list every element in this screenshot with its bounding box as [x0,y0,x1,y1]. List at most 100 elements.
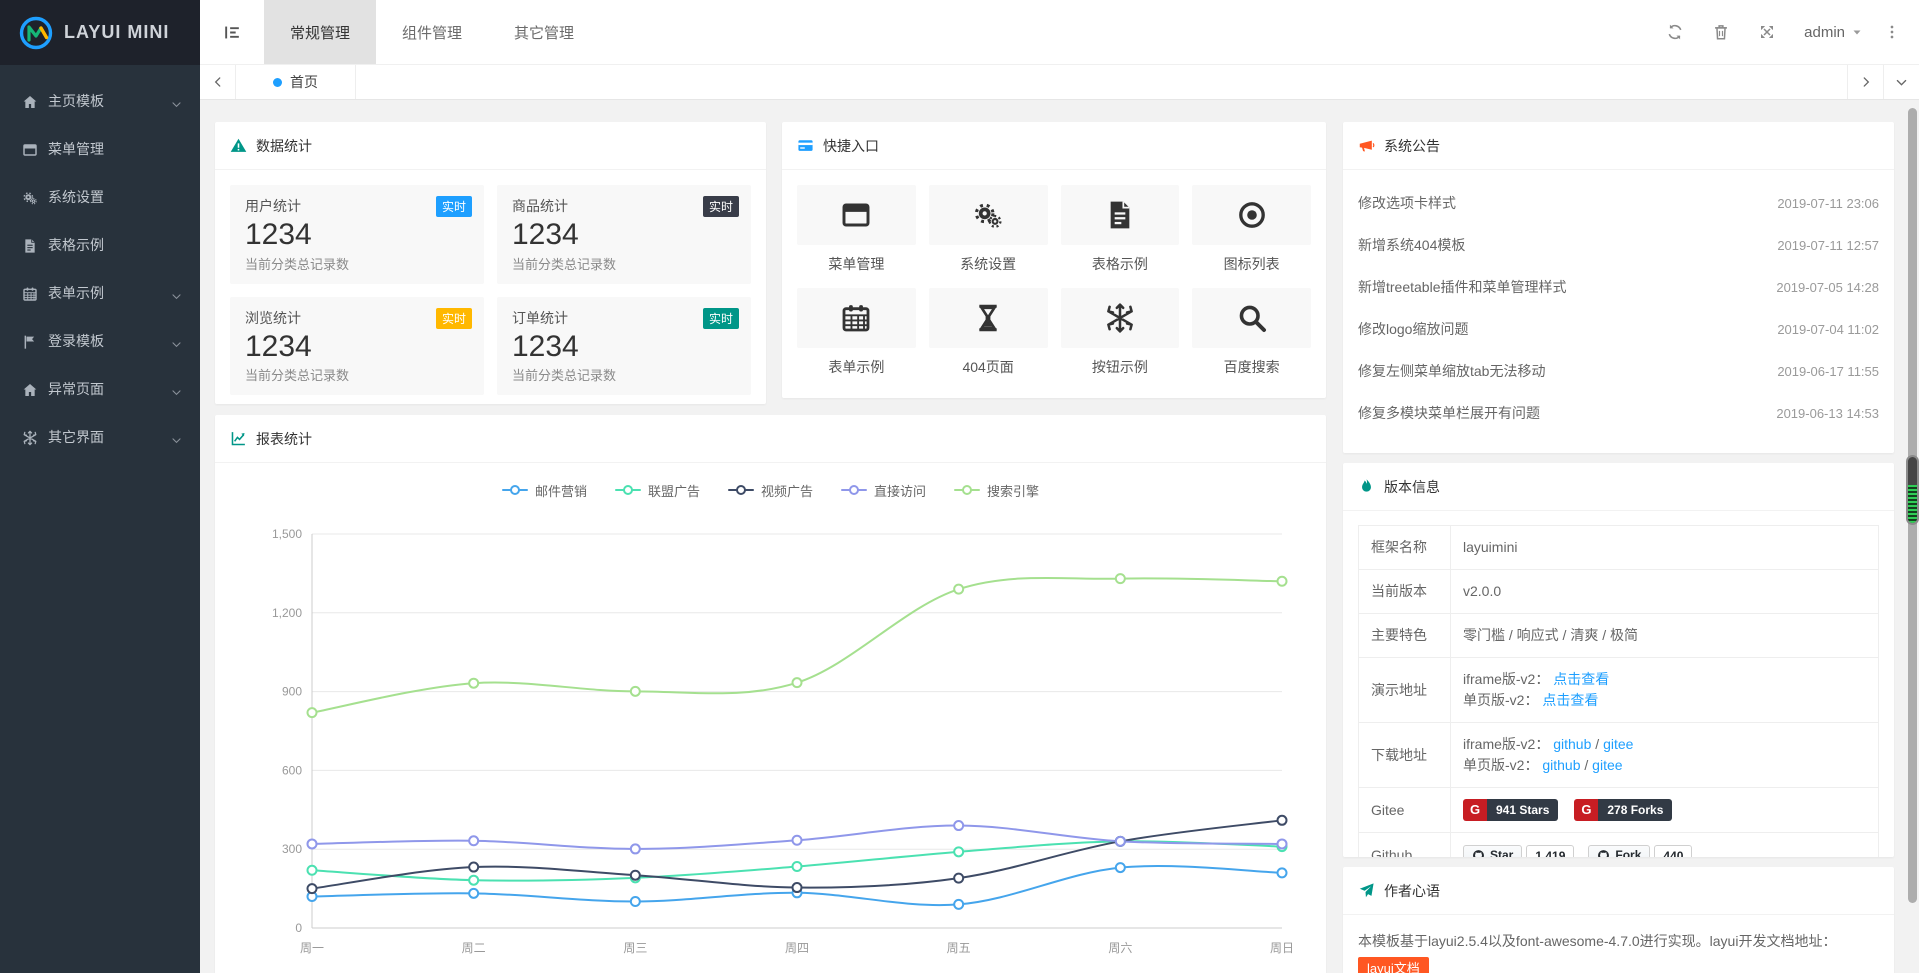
page-scrollbar-thumb[interactable] [1906,455,1919,525]
calendar-icon [22,285,38,301]
data-statistics-title: 数据统计 [256,136,312,156]
svg-text:周四: 周四 [785,941,809,955]
legend-item-1[interactable]: 联盟广告 [615,481,700,500]
realtime-badge: 实时 [703,308,739,329]
sidebar-item-5[interactable]: 登录模板 [0,317,200,365]
hourglass-icon [972,302,1004,334]
sidebar-item-6[interactable]: 异常页面 [0,365,200,413]
gitee-badge[interactable]: G941 Stars [1463,799,1558,821]
report-chart-title: 报表统计 [256,429,312,449]
announcement-row-4[interactable]: 修复左侧菜单缩放tab无法移动 2019-06-17 11:55 [1358,350,1879,392]
fire-icon [1358,478,1375,495]
realtime-badge: 实时 [436,196,472,217]
logo[interactable]: LAYUI MINI [0,0,200,65]
gitee-badge[interactable]: G278 Forks [1574,799,1672,821]
header-tab-2[interactable]: 其它管理 [488,0,600,64]
legend-marker-icon [954,485,980,495]
user-dropdown[interactable]: admin [1790,24,1877,41]
svg-text:1,200: 1,200 [272,606,302,620]
quick-item-3[interactable]: 图标列表 [1192,185,1311,274]
announcement-text: 新增treetable插件和菜单管理样式 [1358,277,1566,297]
sidebar-item-label: 异常页面 [48,379,170,399]
sidebar-item-3[interactable]: 表格示例 [0,221,200,269]
flag-icon [22,333,38,349]
legend-item-3[interactable]: 直接访问 [841,481,926,500]
author-words-header: 作者心语 [1343,867,1894,915]
announcement-row-5[interactable]: 修复多模块菜单栏展开有问题 2019-06-13 14:53 [1358,392,1879,434]
data-statistics-card: 数据统计 用户统计 1234 当前分类总记录数 实时 商品统计 1234 当前分… [215,122,766,404]
legend-item-2[interactable]: 视频广告 [728,481,813,500]
window-icon [840,199,872,231]
collapse-menu-icon [223,23,242,42]
version-link-line: iframe版-v2： github / gitee [1463,734,1866,755]
sidebar-item-7[interactable]: 其它界面 [0,413,200,461]
link-点击查看[interactable]: 点击查看 [1542,692,1598,708]
legend-label: 视频广告 [761,481,813,500]
tab-home[interactable]: 首页 [236,65,356,99]
announcement-row-0[interactable]: 修改选项卡样式 2019-07-11 23:06 [1358,182,1879,224]
quick-item-label: 百度搜索 [1192,357,1311,377]
quick-item-2[interactable]: 表格示例 [1061,185,1180,274]
clear-cache-button[interactable] [1698,0,1744,65]
quick-item-4[interactable]: 表单示例 [797,288,916,377]
megaphone-icon [1358,137,1375,154]
github-fork-badge[interactable]: Fork440 [1588,845,1692,857]
sidebar-item-1[interactable]: 菜单管理 [0,125,200,173]
link-点击查看[interactable]: 点击查看 [1553,671,1609,687]
fullscreen-button[interactable] [1744,0,1790,65]
github-mark-icon [1597,849,1610,857]
legend-item-0[interactable]: 邮件营销 [502,481,587,500]
stats-grid: 用户统计 1234 当前分类总记录数 实时 商品统计 1234 当前分类总记录数… [215,170,766,404]
active-tab-dot [273,78,282,87]
sidebar-item-4[interactable]: 表单示例 [0,269,200,317]
gears-icon [929,185,1048,245]
credit-card-icon [797,137,814,154]
refresh-button[interactable] [1652,0,1698,65]
header-tab-0[interactable]: 常规管理 [264,0,376,64]
quick-item-label: 表单示例 [797,357,916,377]
tab-scroll-right-button[interactable] [1847,65,1883,99]
gears-icon [972,199,1004,231]
stat-desc: 当前分类总记录数 [512,254,736,273]
link-github[interactable]: github [1553,736,1591,752]
tab-scroll-left-button[interactable] [200,65,236,99]
tab-operations-dropdown[interactable] [1883,65,1919,99]
calendar-icon [797,288,916,348]
quick-item-6[interactable]: 按钮示例 [1061,288,1180,377]
link-gitee[interactable]: gitee [1603,736,1633,752]
version-link-line: 单页版-v2： github / gitee [1463,755,1866,776]
sidebar-item-2[interactable]: 系统设置 [0,173,200,221]
stat-desc: 当前分类总记录数 [512,365,736,384]
logo-text: LAYUI MINI [64,22,169,43]
layui-logo-icon [18,15,54,51]
announcement-row-1[interactable]: 新增系统404模板 2019-07-11 12:57 [1358,224,1879,266]
quick-item-7[interactable]: 百度搜索 [1192,288,1311,377]
quick-item-1[interactable]: 系统设置 [929,185,1048,274]
svg-text:周三: 周三 [623,941,647,955]
stat-box-2: 浏览统计 1234 当前分类总记录数 实时 [230,297,484,396]
sidebar-collapse-button[interactable] [200,0,264,64]
version-label: 主要特色 [1359,614,1451,658]
link-gitee[interactable]: gitee [1592,757,1622,773]
announcement-row-3[interactable]: 修改logo缩放问题 2019-07-04 11:02 [1358,308,1879,350]
layui-doc-badge[interactable]: layui文档 [1358,957,1429,973]
github-star-badge[interactable]: Star1,419 [1463,845,1574,857]
line-chart[interactable]: 03006009001,2001,500周一周二周三周四周五周六周日 [230,509,1311,969]
legend-marker-icon [841,485,867,495]
sidebar-item-0[interactable]: 主页模板 [0,77,200,125]
system-announcement-title: 系统公告 [1384,136,1440,156]
more-menu-button[interactable] [1877,0,1907,65]
version-info-title: 版本信息 [1384,477,1440,497]
announcement-row-2[interactable]: 新增treetable插件和菜单管理样式 2019-07-05 14:28 [1358,266,1879,308]
version-value: v2.0.0 [1463,583,1501,599]
link-github[interactable]: github [1542,757,1580,773]
sidebar-item-label: 主页模板 [48,91,170,111]
quick-item-5[interactable]: 404页面 [929,288,1048,377]
chevron-right-icon [1859,75,1873,89]
warning-triangle-icon [230,137,247,154]
svg-text:900: 900 [282,685,302,699]
header-tab-1[interactable]: 组件管理 [376,0,488,64]
quick-item-0[interactable]: 菜单管理 [797,185,916,274]
author-words-title: 作者心语 [1384,881,1440,901]
legend-item-4[interactable]: 搜索引擎 [954,481,1039,500]
